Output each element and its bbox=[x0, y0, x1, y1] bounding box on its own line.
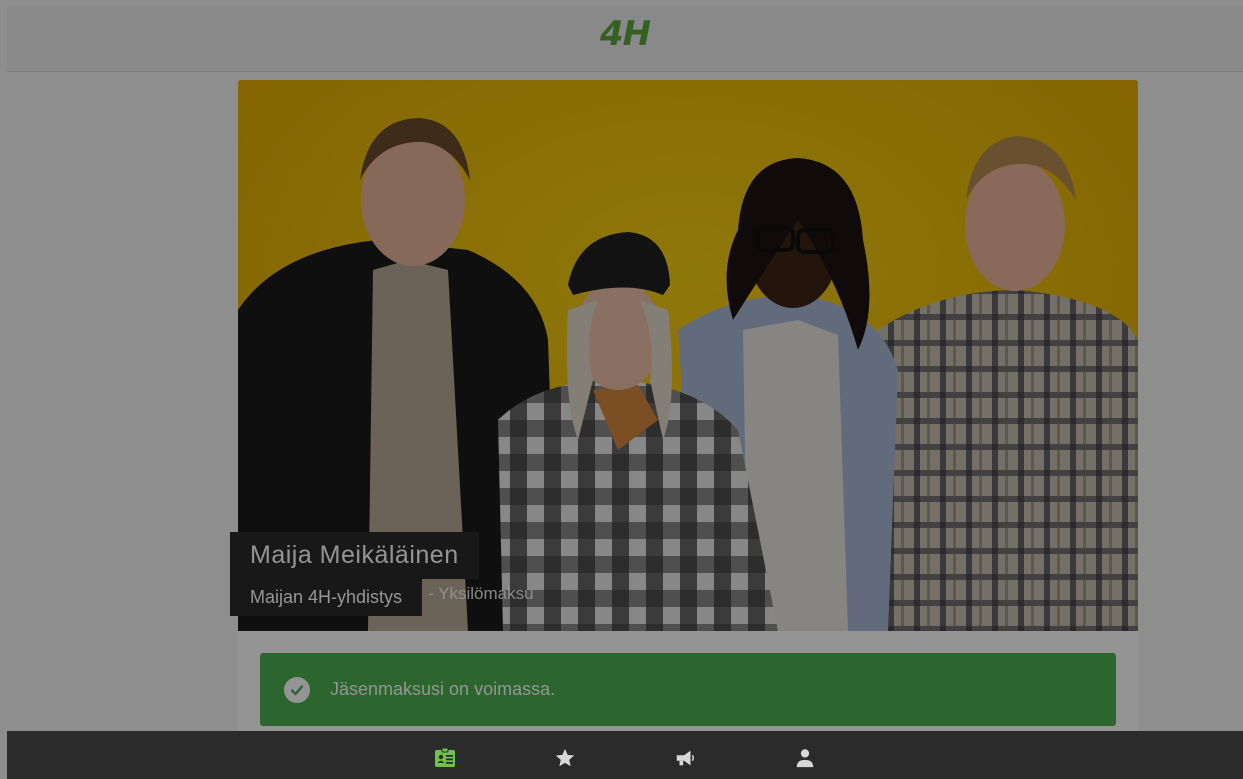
4h-logo[interactable]: 4H bbox=[600, 14, 651, 54]
id-card-icon bbox=[434, 747, 456, 774]
membership-card bbox=[238, 80, 1138, 740]
organization-line: Maijan 4H-yhdistys - Yksilömaksu bbox=[230, 579, 534, 616]
nav-item-membership-card[interactable] bbox=[385, 731, 505, 779]
nav-item-announcements[interactable] bbox=[625, 731, 745, 779]
star-icon bbox=[554, 747, 576, 774]
megaphone-icon bbox=[674, 747, 696, 774]
nav-item-profile[interactable] bbox=[745, 731, 865, 779]
membership-status-alert: Jäsenmaksusi on voimassa. bbox=[260, 653, 1116, 726]
bottom-navigation bbox=[7, 731, 1243, 779]
app-header: 4H bbox=[7, 7, 1243, 72]
nav-item-favorites[interactable] bbox=[505, 731, 625, 779]
member-name: Maija Meikäläinen bbox=[230, 532, 479, 579]
membership-type: - Yksilömaksu bbox=[428, 583, 534, 603]
check-circle-icon bbox=[284, 676, 310, 703]
organization-name: Maijan 4H-yhdistys bbox=[230, 579, 423, 616]
membership-status-text: Jäsenmaksusi on voimassa. bbox=[330, 679, 556, 699]
person-icon bbox=[794, 747, 816, 774]
